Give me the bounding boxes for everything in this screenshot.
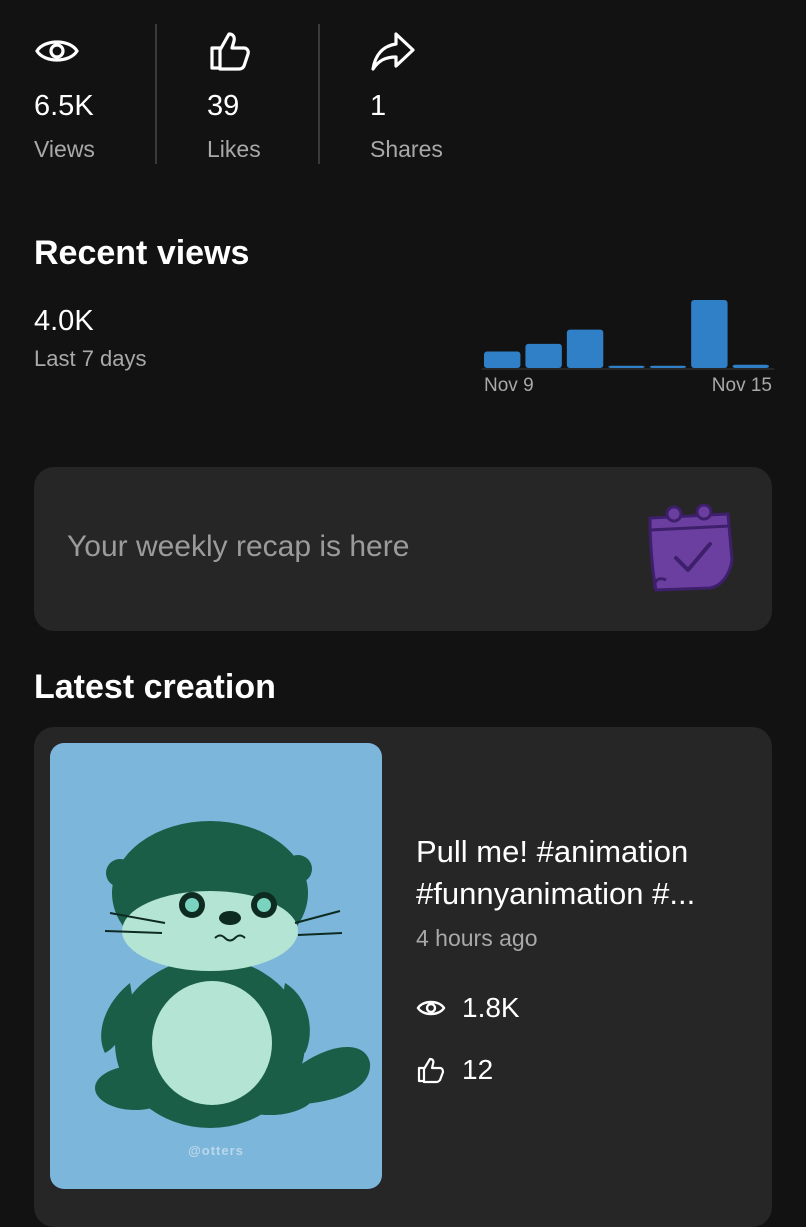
video-thumbnail[interactable]: @otters [50,743,382,1189]
shares-stat[interactable]: 1 Shares [370,28,443,162]
thumbs-up-icon [210,32,250,71]
bar-chart: Nov 9 Nov 15 [482,300,774,396]
divider [155,24,157,164]
chart-bar [608,365,645,368]
video-title[interactable]: Pull me! #animation #funnyanimation #... [416,831,756,915]
likes-label: Likes [207,136,261,162]
divider [318,24,320,164]
video-likes-count: 12 [462,1054,494,1085]
views-count: 6.5K [34,90,94,122]
share-arrow-icon [371,32,415,71]
eye-icon [416,1000,446,1016]
chart-tick-label: Nov 9 [484,375,534,396]
stats-row: 6.5K Views 39 Likes 1 Shares [0,0,806,190]
watermark: @otters [188,1143,244,1158]
shares-count: 1 [370,90,387,122]
chart-bar [525,343,562,368]
calendar-check-icon [648,503,734,592]
chart-bar [484,351,521,368]
weekly-recap-text: Your weekly recap is here [67,530,410,563]
views-stat[interactable]: 6.5K Views [34,28,95,162]
chart-bar [691,300,728,368]
chart-bar [566,329,604,368]
likes-stat[interactable]: 39 Likes [207,28,261,162]
recent-views-count: 4.0K [34,305,94,337]
eye-icon [35,40,79,62]
weekly-recap-card[interactable]: Your weekly recap is here [34,467,772,631]
otter-illustration [95,821,371,1128]
chart-bar [649,365,687,368]
shares-label: Shares [370,136,443,162]
thumbs-up-icon [417,1057,445,1084]
chart-bar [732,364,769,368]
likes-count: 39 [207,90,240,122]
recent-views-title: Recent views [34,234,250,272]
video-views-count: 1.8K [462,992,520,1023]
video-likes: 12 [416,1053,493,1087]
video-time: 4 hours ago [416,925,538,951]
chart-tick-label: Nov 15 [712,375,772,396]
recent-views-chart[interactable]: Nov 9 Nov 15 [480,290,776,400]
latest-creation-card[interactable]: @otters Pull me! #animation #funnyanimat… [34,727,772,1227]
video-views: 1.8K [416,991,520,1025]
latest-creation-title: Latest creation [34,668,276,706]
recent-views-period: Last 7 days [34,346,147,371]
views-label: Views [34,136,95,162]
